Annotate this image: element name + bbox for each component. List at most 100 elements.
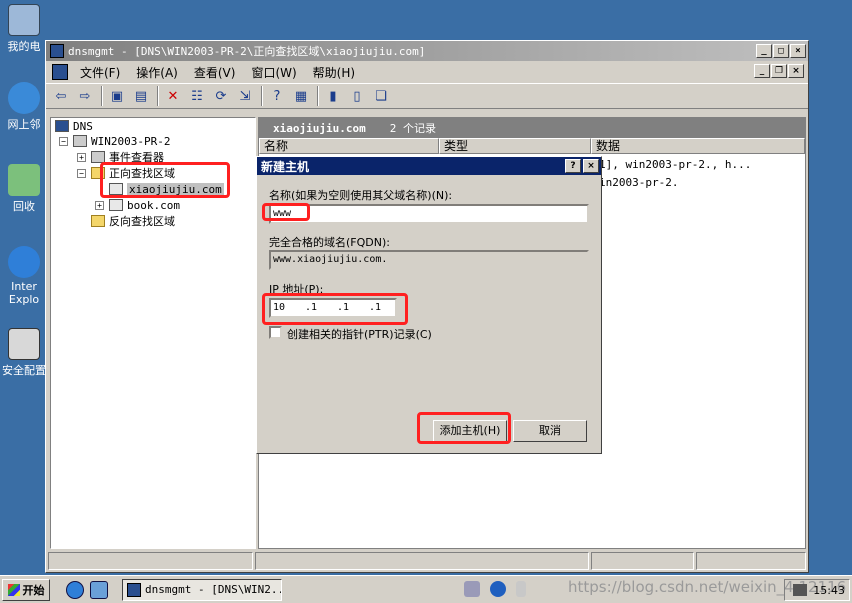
console-tree: DNS − WIN2003-PR-2 + 事件查看器 − 正向查找区域 xiao…: [50, 117, 256, 549]
dialog-titlebar[interactable]: 新建主机 ? ×: [257, 157, 601, 175]
internet-explorer-icon[interactable]: [66, 580, 84, 599]
tree-node-event-viewer[interactable]: 事件查看器: [91, 149, 164, 165]
folder-icon: [91, 167, 105, 179]
ip-octet-4[interactable]: .1: [369, 300, 401, 316]
network-tray-icon[interactable]: [793, 584, 808, 596]
server-icon: [73, 135, 87, 147]
ip-octet-2[interactable]: .1: [305, 300, 337, 316]
tree-node-reverse-zones[interactable]: 反向查找区域: [91, 213, 175, 229]
menu-help[interactable]: 帮助(H): [305, 64, 363, 81]
console-icon[interactable]: ▦: [290, 86, 312, 106]
forward-icon[interactable]: ⇨: [74, 86, 96, 106]
collapse-forward-zones-icon[interactable]: −: [77, 169, 86, 178]
export-list-icon[interactable]: ⇲: [234, 86, 256, 106]
documents-icon[interactable]: ❏: [370, 86, 392, 106]
input-method-icon[interactable]: [464, 581, 480, 597]
refresh-icon[interactable]: ⟳: [210, 86, 232, 106]
toolbar-separator: [261, 86, 263, 106]
zone-icon: [109, 183, 123, 195]
name-label: 名称(如果为空则使用其父域名称)(N):: [269, 189, 453, 202]
help-icon[interactable]: [490, 581, 506, 597]
dns-app-icon: [50, 44, 64, 58]
status-pane: [48, 552, 254, 570]
tree-node-server[interactable]: WIN2003-PR-2: [73, 133, 170, 149]
ip-octet-3[interactable]: .1: [337, 300, 369, 316]
minimize-button[interactable]: _: [756, 44, 772, 58]
expand-book-zone-icon[interactable]: +: [95, 201, 104, 210]
maximize-button[interactable]: □: [773, 44, 789, 58]
start-button[interactable]: 开始: [2, 578, 50, 601]
ip-octet-1[interactable]: 10: [273, 300, 305, 316]
column-headers: 名称 类型 数据: [259, 138, 805, 154]
taskbar-button-dnsmgmt[interactable]: dnsmgmt - [DNS\WIN2...: [122, 578, 282, 601]
event-viewer-icon: [91, 151, 105, 163]
help-icon[interactable]: ?: [266, 86, 288, 106]
add-host-button[interactable]: 添加主机(H): [433, 420, 507, 442]
clock: 15:43: [813, 583, 845, 597]
taskbar: 开始 dnsmgmt - [DNS\WIN2... https://blog.c…: [0, 575, 852, 603]
outlook-express-icon[interactable]: [90, 580, 108, 599]
desktop-icon-my-computer[interactable]: 我的电: [0, 4, 48, 54]
desktop-icon-security-config[interactable]: 安全配置: [0, 328, 48, 378]
table-row[interactable]: 1], win2003-pr-2., h...: [599, 158, 751, 171]
column-header-name[interactable]: 名称: [259, 138, 439, 154]
toolbar-separator: [317, 86, 319, 106]
window-title: dnsmgmt - [DNS\WIN2003-PR-2\正向查找区域\xiaoj…: [68, 45, 426, 58]
tree-node-dns[interactable]: DNS: [55, 118, 93, 134]
name-input[interactable]: www: [269, 204, 589, 224]
ptr-checkbox[interactable]: [269, 326, 282, 339]
dialog-close-button[interactable]: ×: [583, 159, 599, 173]
expand-event-viewer-icon[interactable]: +: [77, 153, 86, 162]
up-folder-icon[interactable]: ▣: [106, 86, 128, 106]
desktop-icon-network[interactable]: 网上邻: [0, 82, 48, 132]
windows-flag-icon: [7, 583, 20, 596]
options-icon[interactable]: [516, 581, 526, 597]
document-icon[interactable]: ▯: [346, 86, 368, 106]
network-icon: [8, 82, 40, 114]
window-titlebar[interactable]: dnsmgmt - [DNS\WIN2003-PR-2\正向查找区域\xiaoj…: [46, 41, 808, 61]
child-minimize-button[interactable]: _: [754, 64, 770, 78]
results-header: xiaojiujiu.com 2 个记录: [259, 118, 805, 138]
toolbar: ⇦ ⇨ ▣ ▤ ✕ ☷ ⟳ ⇲ ? ▦ ▮ ▯ ❏: [46, 83, 808, 109]
system-tray: 15:43: [784, 579, 850, 601]
status-bar: [48, 552, 806, 570]
properties-icon[interactable]: ☷: [186, 86, 208, 106]
tree-node-zone-xiaojiujiu[interactable]: xiaojiujiu.com: [109, 181, 224, 197]
status-pane: [590, 552, 695, 570]
show-hide-tree-icon[interactable]: ▤: [130, 86, 152, 106]
cancel-button[interactable]: 取消: [513, 420, 587, 442]
back-icon[interactable]: ⇦: [50, 86, 72, 106]
dialog-title: 新建主机: [261, 159, 310, 174]
desktop-icon-internet-explorer[interactable]: Inter Explo: [0, 246, 48, 306]
desktop-icon-recycle-bin[interactable]: 回收: [0, 164, 48, 214]
dns-menu-icon[interactable]: [52, 64, 68, 80]
menu-view[interactable]: 查看(V): [186, 64, 244, 81]
collapse-server-icon[interactable]: −: [59, 137, 68, 146]
new-host-dialog: 新建主机 ? × 名称(如果为空则使用其父域名称)(N): www 完全合格的域…: [256, 156, 602, 454]
status-pane: [255, 552, 589, 570]
table-row[interactable]: in2003-pr-2.: [599, 176, 678, 189]
menu-window[interactable]: 窗口(W): [243, 64, 304, 81]
child-close-button[interactable]: ×: [788, 64, 804, 78]
ip-address-input[interactable]: 10.1.1.1: [269, 298, 397, 318]
column-header-type[interactable]: 类型: [439, 138, 591, 154]
menu-action[interactable]: 操作(A): [128, 64, 186, 81]
tree-node-forward-zones[interactable]: 正向查找区域: [91, 165, 175, 181]
dialog-help-button[interactable]: ?: [565, 159, 581, 173]
server-icon[interactable]: ▮: [322, 86, 344, 106]
child-restore-button[interactable]: ❐: [771, 64, 787, 78]
zone-name-label: xiaojiujiu.com: [273, 121, 366, 135]
zone-icon: [109, 199, 123, 211]
fqdn-label: 完全合格的域名(FQDN):: [269, 236, 390, 249]
tree-node-zone-book[interactable]: book.com: [109, 197, 180, 213]
delete-icon[interactable]: ✕: [162, 86, 184, 106]
toolbar-separator: [101, 86, 103, 106]
menu-file[interactable]: 文件(F): [72, 64, 128, 81]
column-header-data[interactable]: 数据: [591, 138, 805, 154]
toolbar-separator: [157, 86, 159, 106]
close-button[interactable]: ×: [790, 44, 806, 58]
dns-icon: [55, 120, 69, 132]
security-config-icon: [8, 328, 40, 360]
record-count: 2 个记录: [389, 122, 436, 135]
menubar: 文件(F) 操作(A) 查看(V) 窗口(W) 帮助(H) _ ❐ ×: [46, 61, 808, 83]
